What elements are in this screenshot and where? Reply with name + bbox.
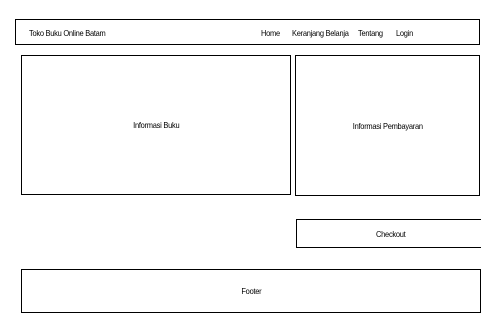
footer: Footer [21, 269, 481, 313]
nav-home-link[interactable]: Home [261, 28, 280, 38]
header-bar: Toko Buku Online Batam Home Keranjang Be… [15, 19, 480, 45]
nav-login-link[interactable]: Login [396, 28, 413, 38]
payment-info-label: Informasi Pembayaran [352, 120, 423, 131]
footer-label: Footer [240, 286, 262, 296]
checkout-label: Checkout [376, 228, 406, 239]
checkout-button[interactable]: Checkout [296, 219, 481, 248]
book-info-label: Informasi Buku [132, 120, 180, 130]
nav-cart-link[interactable]: Keranjang Belanja [292, 28, 349, 38]
payment-info-panel: Informasi Pembayaran [295, 55, 480, 196]
nav-about-link[interactable]: Tentang [358, 28, 383, 38]
site-title: Toko Buku Online Batam [29, 28, 106, 38]
book-info-panel: Informasi Buku [21, 55, 291, 195]
